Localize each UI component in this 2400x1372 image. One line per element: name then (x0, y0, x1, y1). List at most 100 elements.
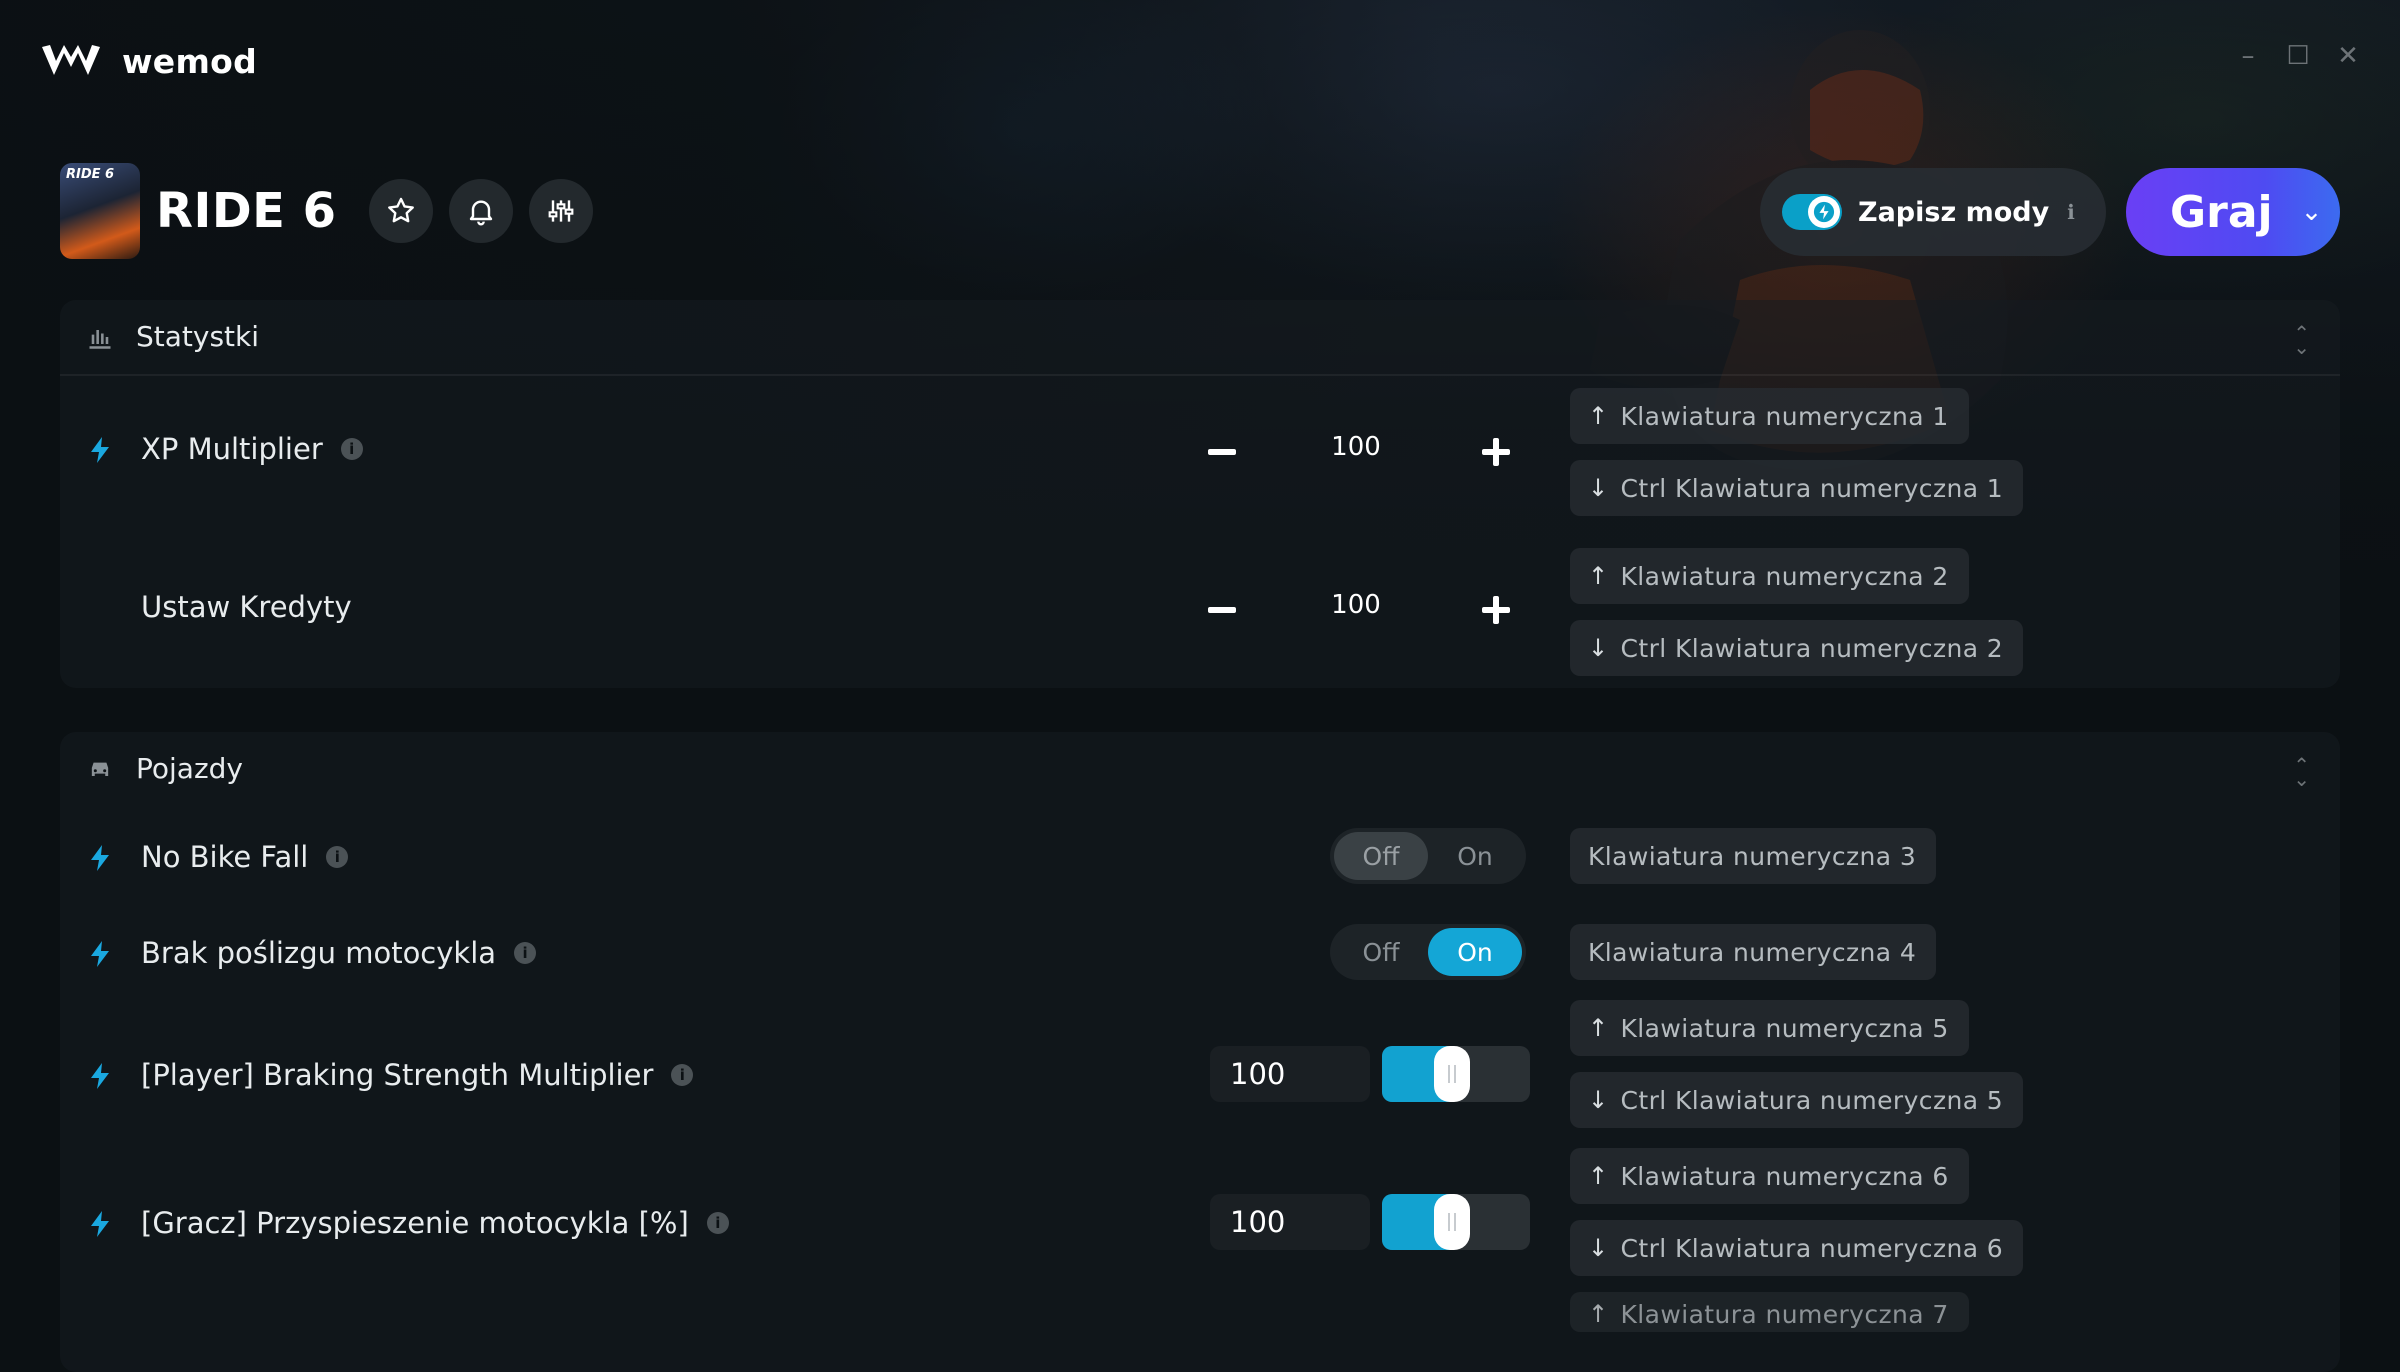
minus-icon[interactable] (1206, 594, 1238, 626)
arrow-up-icon: ↑ (1588, 1300, 1609, 1328)
plus-icon[interactable] (1480, 436, 1512, 468)
slider-thumb[interactable] (1434, 1046, 1470, 1102)
slider-thumb[interactable] (1434, 1194, 1470, 1250)
hotkey-decrease[interactable]: ↓ Ctrl Klawiatura numeryczna 6 (1570, 1220, 2024, 1276)
game-header: RIDE 6 RIDE 6 (60, 163, 609, 259)
hotkey-text: Ctrl Klawiatura numeryczna 1 (1620, 473, 2004, 503)
bolt-icon (91, 437, 109, 463)
value-slider[interactable] (1382, 1046, 1530, 1102)
bolt-icon (91, 941, 109, 967)
arrow-down-icon: ↓ (1588, 1234, 1609, 1262)
toggle-on-option[interactable]: On (1428, 832, 1522, 880)
info-icon[interactable]: i (671, 1064, 694, 1086)
mod-label: [Gracz] Przyspieszenie motocykla [%] i (141, 1206, 729, 1240)
settings-button[interactable] (528, 179, 593, 243)
save-mods-control[interactable]: Zapisz mody ℹ (1760, 168, 2106, 256)
arrow-down-icon: ↓ (1588, 474, 1609, 502)
on-off-toggle[interactable]: Off On (1330, 828, 1526, 884)
arrow-up-icon: ↑ (1588, 402, 1609, 430)
section-divider (60, 374, 2340, 376)
section-title: Pojazdy (136, 752, 243, 785)
info-icon[interactable]: i (514, 942, 537, 964)
mod-name: No Bike Fall (141, 840, 309, 874)
favorite-button[interactable] (368, 179, 433, 243)
value-input[interactable]: 100 (1210, 1194, 1370, 1250)
value-input[interactable]: 100 (1210, 1046, 1370, 1102)
play-label: Graj (2170, 186, 2273, 238)
mod-label: [Player] Braking Strength Multiplier i (141, 1058, 694, 1092)
mod-name: Brak poślizgu motocykla (141, 936, 497, 970)
maximize-icon[interactable]: ☐ (2286, 43, 2310, 69)
arrow-up-icon: ↑ (1588, 1014, 1609, 1042)
info-icon[interactable]: i (340, 438, 363, 460)
section-header[interactable]: Pojazdy (86, 752, 243, 785)
collapse-icon[interactable]: ⌃ ⌄ (2293, 755, 2310, 789)
bolt-icon (91, 1211, 109, 1237)
hotkey-increase[interactable]: ↑ Klawiatura numeryczna 1 (1570, 388, 1969, 444)
arrow-down-icon: ↓ (1588, 1086, 1609, 1114)
game-title: RIDE 6 (156, 183, 337, 239)
stepper-value[interactable]: 100 (1276, 590, 1436, 620)
hotkey-toggle[interactable]: Klawiatura numeryczna 3 (1570, 828, 1937, 884)
mod-name: XP Multiplier (141, 432, 323, 466)
arrow-up-icon: ↑ (1588, 562, 1609, 590)
info-icon[interactable]: i (706, 1212, 729, 1234)
toggle-off-option[interactable]: Off (1334, 832, 1428, 880)
play-button[interactable]: Graj ⌄ (2126, 168, 2340, 256)
bell-icon (469, 200, 492, 226)
close-icon[interactable]: ✕ (2336, 43, 2360, 69)
sliders-icon (548, 200, 573, 222)
titlebar: wemod (40, 38, 257, 84)
section-header[interactable]: Statystki (86, 320, 259, 353)
arrow-up-icon: ↑ (1588, 1162, 1609, 1190)
toggle-off-option[interactable]: Off (1334, 928, 1428, 976)
mod-name: [Player] Braking Strength Multiplier (141, 1058, 654, 1092)
notifications-button[interactable] (448, 179, 513, 243)
value-stepper: 100 (1206, 580, 1596, 640)
value-slider[interactable] (1382, 1194, 1530, 1250)
wemod-logo-icon (42, 45, 100, 75)
hotkey-decrease[interactable]: ↓ Ctrl Klawiatura numeryczna 2 (1570, 620, 2024, 676)
minimize-icon[interactable]: – (2236, 43, 2260, 69)
bolt-icon (91, 845, 109, 871)
hotkey-decrease[interactable]: ↓ Ctrl Klawiatura numeryczna 5 (1570, 1072, 2024, 1128)
game-cover: RIDE 6 (60, 163, 140, 259)
section-vehicles: Pojazdy ⌃ ⌄ No Bike Fall i Off On Klawiat… (60, 732, 2340, 1372)
bolt-icon (91, 1063, 109, 1089)
hotkey-toggle[interactable]: Klawiatura numeryczna 4 (1570, 924, 1937, 980)
window-controls: – ☐ ✕ (2236, 43, 2360, 69)
hotkey-increase[interactable]: ↑ Klawiatura numeryczna 5 (1570, 1000, 1969, 1056)
mod-label: Brak poślizgu motocykla i (141, 936, 537, 970)
chevron-down-icon[interactable]: ⌄ (2301, 197, 2323, 227)
hotkey-text: Klawiatura numeryczna 3 (1588, 841, 1917, 871)
hotkey-increase[interactable]: ↑ Klawiatura numeryczna 7 (1570, 1292, 1969, 1332)
mod-name: Ustaw Kredyty (141, 590, 352, 624)
star-icon (387, 197, 414, 223)
toggle-on-option[interactable]: On (1428, 928, 1522, 976)
section-stats: Statystki ⌃ ⌄ XP Multiplier i 100 ↑ Klawia… (60, 300, 2340, 688)
bar-chart-icon (89, 329, 111, 349)
info-icon[interactable]: i (326, 846, 349, 868)
hotkey-text: Klawiatura numeryczna 7 (1620, 1300, 1949, 1329)
stepper-value[interactable]: 100 (1276, 432, 1436, 462)
on-off-toggle[interactable]: Off On (1330, 924, 1526, 980)
game-cover-title: RIDE 6 (66, 167, 115, 182)
minus-icon[interactable] (1206, 436, 1238, 468)
mod-name: [Gracz] Przyspieszenie motocykla [%] (141, 1206, 689, 1240)
collapse-icon[interactable]: ⌃ ⌄ (2293, 323, 2310, 357)
hotkey-text: Klawiatura numeryczna 2 (1620, 561, 1949, 591)
plus-icon[interactable] (1480, 594, 1512, 626)
arrow-down-icon: ↓ (1588, 634, 1609, 662)
hotkey-decrease[interactable]: ↓ Ctrl Klawiatura numeryczna 1 (1570, 460, 2024, 516)
car-icon (91, 762, 109, 776)
hotkey-text: Ctrl Klawiatura numeryczna 5 (1620, 1085, 2004, 1115)
info-icon[interactable]: ℹ (2067, 200, 2075, 224)
value-stepper: 100 (1206, 422, 1596, 482)
section-title: Statystki (136, 320, 260, 353)
hotkey-text: Klawiatura numeryczna 4 (1588, 937, 1917, 967)
hotkey-increase[interactable]: ↑ Klawiatura numeryczna 6 (1570, 1148, 1969, 1204)
hotkey-text: Klawiatura numeryczna 5 (1620, 1013, 1949, 1043)
save-mods-toggle[interactable] (1782, 194, 1842, 230)
save-mods-label: Zapisz mody (1858, 196, 2050, 228)
hotkey-increase[interactable]: ↑ Klawiatura numeryczna 2 (1570, 548, 1969, 604)
